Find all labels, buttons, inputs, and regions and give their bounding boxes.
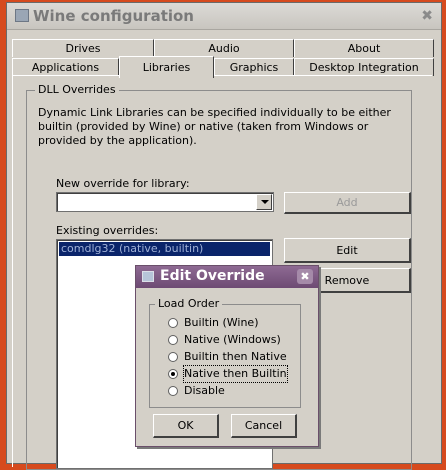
tab-graphics[interactable]: Graphics bbox=[214, 58, 294, 76]
cancel-button[interactable]: Cancel bbox=[231, 414, 297, 438]
dll-description: Dynamic Link Libraries can be specified … bbox=[38, 106, 391, 147]
tab-libraries[interactable]: Libraries bbox=[119, 56, 214, 78]
chevron-down-icon[interactable] bbox=[256, 194, 272, 210]
tab-desktop-integration[interactable]: Desktop Integration bbox=[294, 58, 434, 76]
new-override-label-text: New override for library: bbox=[56, 177, 190, 190]
dialog-title: Edit Override bbox=[160, 268, 265, 284]
window-title: Wine configuration bbox=[33, 7, 194, 25]
list-item[interactable]: comdlg32 (native, builtin) bbox=[59, 242, 270, 256]
radio-label: Builtin then Native bbox=[184, 350, 287, 363]
dialog-title-bar[interactable]: Edit Override ✖ bbox=[136, 266, 318, 288]
tab-audio[interactable]: Audio bbox=[154, 39, 294, 57]
dll-overrides-legend: DLL Overrides bbox=[35, 83, 119, 96]
close-icon[interactable]: ✖ bbox=[297, 269, 313, 284]
existing-overrides-label: Existing overrides: bbox=[56, 224, 159, 237]
tab-drives[interactable]: Drives bbox=[12, 39, 154, 57]
radio-icon[interactable] bbox=[168, 369, 178, 379]
radio-label: Builtin (Wine) bbox=[184, 316, 259, 329]
title-bar[interactable]: Wine configuration ✖ bbox=[7, 3, 441, 30]
radio-label: Disable bbox=[184, 384, 225, 397]
new-override-label: New override for library: bbox=[56, 177, 190, 190]
tab-row-top: Drives Audio About bbox=[12, 39, 436, 58]
tab-applications[interactable]: Applications bbox=[12, 58, 119, 76]
radio-icon[interactable] bbox=[168, 352, 178, 362]
load-order-legend: Load Order bbox=[155, 297, 223, 310]
radio-label: Native then Builtin bbox=[183, 365, 288, 383]
add-button[interactable]: Add bbox=[284, 192, 411, 214]
radio-icon[interactable] bbox=[168, 318, 178, 328]
edit-override-dialog: Edit Override ✖ Load Order Builtin (Wine… bbox=[135, 265, 319, 447]
radio-label: Native (Windows) bbox=[184, 333, 281, 346]
tab-about[interactable]: About bbox=[294, 39, 434, 57]
radio-icon[interactable] bbox=[168, 386, 178, 396]
new-override-combo[interactable] bbox=[56, 192, 274, 212]
window-icon bbox=[15, 9, 29, 22]
edit-button[interactable]: Edit bbox=[284, 238, 411, 263]
window-icon bbox=[142, 271, 154, 282]
ok-button[interactable]: OK bbox=[153, 414, 219, 438]
radio-icon[interactable] bbox=[168, 335, 178, 345]
close-icon[interactable]: ✖ bbox=[421, 8, 433, 24]
